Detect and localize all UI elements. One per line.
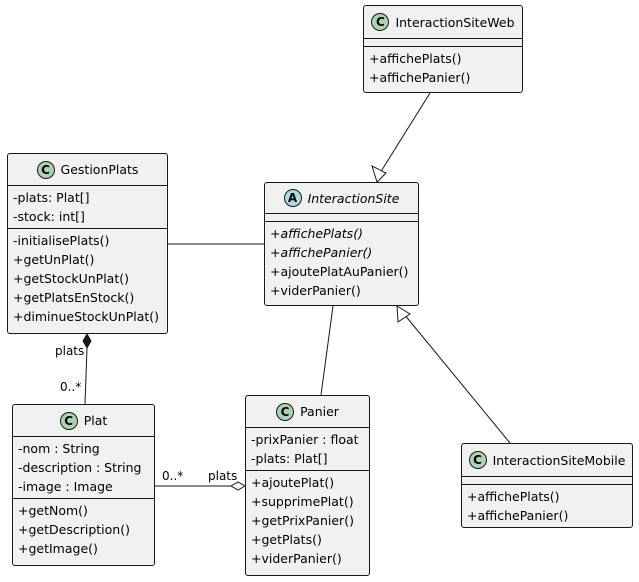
method: +getImage() [18, 541, 98, 556]
method: +affichePlats() [467, 489, 560, 504]
method: +affichePlats() [270, 226, 363, 241]
method: +getStockUnPlat() [13, 271, 129, 286]
attributes-section: -plats: Plat[] -stock: int[] [8, 186, 167, 229]
method: +getPlats() [251, 532, 322, 547]
class-gestion-plats[interactable]: C GestionPlats -plats: Plat[] -stock: int[]… [7, 153, 168, 334]
method: +getDescription() [18, 522, 130, 537]
aggregation-role-label: plats [208, 469, 238, 483]
association-site-panier [320, 305, 334, 396]
method: +affichePanier() [369, 70, 471, 85]
method: +viderPanier() [270, 283, 361, 298]
methods-section: +affichePlats() +affichePanier() [462, 485, 632, 527]
composition-role-label: plats [55, 344, 85, 358]
class-header: C Plat [13, 405, 154, 437]
attribute: -image : Image [18, 479, 113, 494]
method: -initialisePlats() [13, 233, 110, 248]
abstract-badge-icon: A [283, 189, 302, 207]
class-header: C InteractionSiteMobile [462, 444, 632, 477]
class-name: Plat [83, 413, 108, 428]
class-badge-icon: C [468, 451, 487, 469]
attributes-section [265, 214, 418, 222]
method: +affichePlats() [369, 51, 462, 66]
attribute: -prixPanier : float [251, 432, 359, 447]
class-badge-icon: C [36, 160, 55, 179]
attributes-section: -prixPanier : float -plats: Plat[] [246, 428, 369, 471]
method: +supprimePlat() [251, 494, 354, 509]
methods-section: +getNom() +getDescription() +getImage() [13, 499, 154, 560]
methods-section: +affichePlats() +affichePanier() [364, 47, 522, 89]
class-interaction-site-web[interactable]: C InteractionSiteWeb +affichePlats() +affic… [363, 5, 523, 93]
attribute: -plats: Plat[] [13, 190, 90, 205]
method: +diminueStockUnPlat() [13, 309, 160, 324]
class-header: C GestionPlats [8, 154, 167, 186]
method: +affichePanier() [270, 245, 373, 260]
class-header: C Panier [246, 396, 369, 428]
methods-section: -initialisePlats() +getUnPlat() +getStockU… [8, 229, 167, 328]
method: +getPlatsEnStock() [13, 290, 135, 305]
class-badge-icon: C [59, 411, 78, 430]
attributes-section [462, 477, 632, 485]
method: +affichePanier() [467, 508, 569, 523]
generalization-arrowhead [371, 165, 387, 183]
class-interaction-site-mobile[interactable]: C InteractionSiteMobile +affichePlats() +af… [461, 443, 633, 528]
attribute: -stock: int[] [13, 209, 85, 224]
class-badge-icon: C [276, 402, 295, 421]
aggregation-diamond [229, 481, 247, 491]
attribute: -nom : String [18, 441, 100, 456]
class-header: A InteractionSite [265, 183, 418, 214]
class-name: GestionPlats [60, 162, 139, 177]
class-name: Panier [300, 404, 339, 419]
method: +getPrixPanier() [251, 513, 354, 528]
composition-multiplicity-label: 0..* [60, 380, 82, 394]
generalization-mobile-to-site [403, 313, 511, 444]
aggregation-multiplicity-label: 0..* [162, 469, 184, 483]
class-badge-icon: C [371, 13, 390, 31]
class-name: InteractionSite [307, 190, 400, 206]
methods-section: +ajoutePlat() +supprimePlat() +getPrixPani… [246, 471, 369, 570]
method: +ajoutePlat() [251, 475, 335, 490]
composition-gestionplats-plat [84, 347, 88, 405]
attribute: -description : String [18, 460, 142, 475]
class-panier[interactable]: C Panier -prixPanier : float -plats: Plat[]… [245, 395, 370, 576]
class-name: InteractionSiteMobile [492, 452, 626, 468]
attributes-section [364, 39, 522, 47]
methods-section: +affichePlats() +affichePanier() +ajoutePl… [265, 222, 418, 302]
method: +getUnPlat() [13, 252, 95, 267]
class-interaction-site[interactable]: A InteractionSite +affichePlats() +afficheP… [264, 182, 419, 306]
generalization-web-to-site [379, 92, 431, 174]
class-header: C InteractionSiteWeb [364, 6, 522, 39]
class-name: InteractionSiteWeb [395, 14, 515, 30]
attribute: -plats: Plat[] [251, 451, 328, 466]
method: +ajoutePlatAuPanier() [270, 264, 409, 279]
method: +getNom() [18, 503, 88, 518]
method: +viderPanier() [251, 551, 342, 566]
attributes-section: -nom : String -description : String -image… [13, 437, 154, 499]
class-plat[interactable]: C Plat -nom : String -description : String -… [12, 404, 155, 566]
